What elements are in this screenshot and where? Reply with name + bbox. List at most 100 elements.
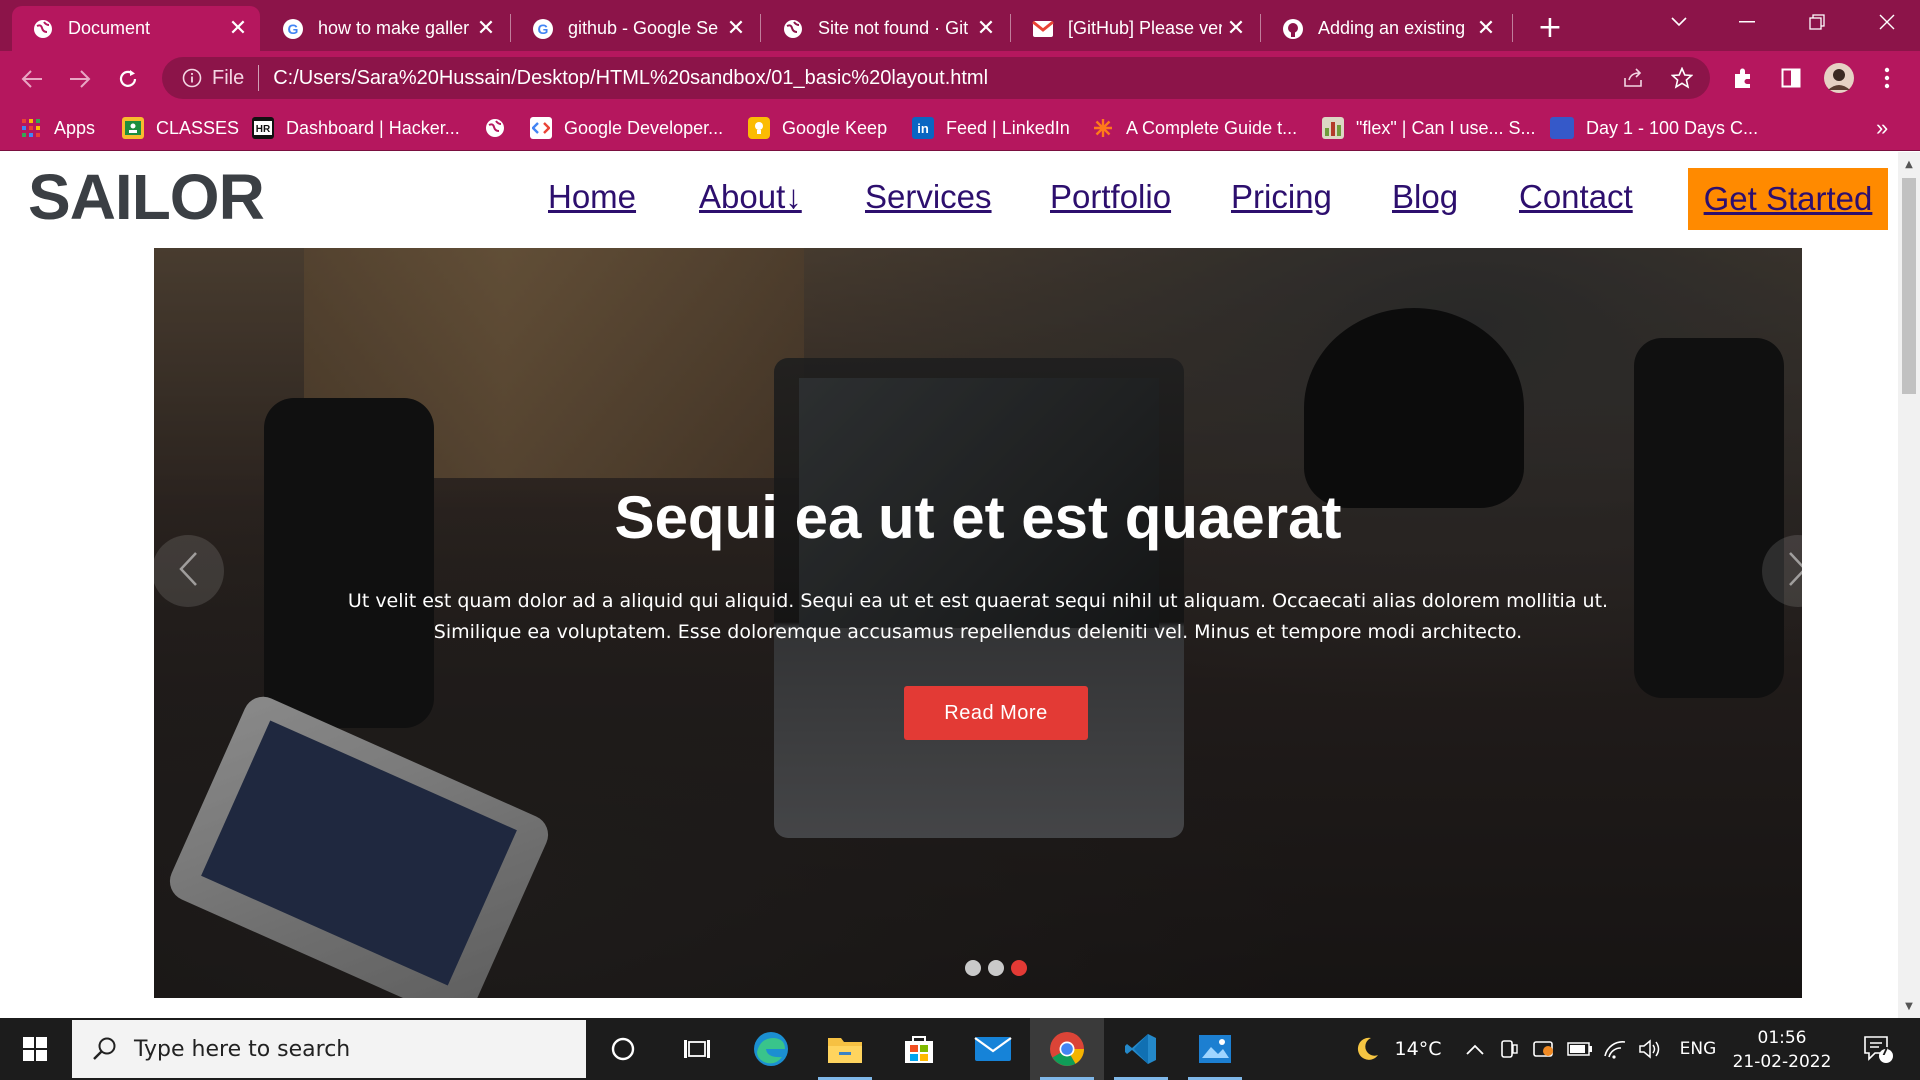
chrome-icon[interactable]	[1030, 1018, 1104, 1080]
chevron-up-icon[interactable]	[1460, 1018, 1490, 1080]
carousel-dot-2[interactable]	[988, 960, 1004, 976]
tab-github-verify[interactable]: [GitHub] Please veri ✕	[1012, 6, 1258, 51]
bookmark-caniuse[interactable]: "flex" | Can I use... S...	[1322, 113, 1536, 143]
kebab-menu-icon[interactable]	[1870, 61, 1904, 95]
mail-icon[interactable]	[956, 1018, 1030, 1080]
tab-search-chevron-icon[interactable]	[1648, 0, 1710, 44]
vertical-scrollbar[interactable]: ▲ ▼	[1898, 152, 1920, 1018]
share-icon[interactable]	[1622, 66, 1646, 90]
caniuse-icon	[1322, 117, 1344, 139]
file-explorer-icon[interactable]	[808, 1018, 882, 1080]
restore-icon[interactable]	[1786, 0, 1848, 44]
weather-moon-icon[interactable]	[1344, 1018, 1390, 1080]
minimize-icon[interactable]	[1716, 0, 1778, 44]
tab-google-gallery[interactable]: G how to make galler ✕	[262, 6, 508, 51]
nav-portfolio[interactable]: Portfolio	[1050, 178, 1171, 216]
read-more-button[interactable]: Read More	[904, 686, 1088, 740]
taskbar-search-box[interactable]: Type here to search	[72, 1020, 586, 1078]
photos-icon[interactable]	[1178, 1018, 1252, 1080]
new-tab-button[interactable]: +	[1533, 10, 1567, 45]
bookmarks-overflow-button[interactable]: »	[1876, 113, 1888, 143]
close-icon[interactable]: ✕	[972, 15, 1000, 43]
nav-pricing[interactable]: Pricing	[1231, 178, 1332, 216]
action-center-alert-icon[interactable]	[1528, 1018, 1560, 1080]
classroom-icon	[122, 117, 144, 139]
svg-text:G: G	[288, 21, 299, 37]
bookmark-label: Google Keep	[782, 117, 888, 138]
wifi-icon[interactable]	[1600, 1018, 1630, 1080]
bookmark-label: A Complete Guide t...	[1126, 117, 1298, 138]
notification-center-icon[interactable]: 7	[1852, 1018, 1904, 1080]
tab-label: github - Google Se	[568, 18, 719, 38]
windows-taskbar: Type here to search 14°C ENG 01:56 21-02…	[0, 1018, 1920, 1080]
tab-google-github[interactable]: G github - Google Se ✕	[512, 6, 758, 51]
back-arrow-icon[interactable]	[14, 61, 50, 97]
bookmark-classes[interactable]: CLASSES	[122, 113, 239, 143]
weather-temperature[interactable]: 14°C	[1390, 1018, 1446, 1080]
tab-site-not-found[interactable]: Site not found · Git ✕	[762, 6, 1008, 51]
site-logo[interactable]: SAILOR	[28, 160, 265, 234]
tab-label: [GitHub] Please veri	[1068, 18, 1222, 38]
side-panel-icon[interactable]	[1774, 61, 1808, 95]
bookmark-google-keep[interactable]: Google Keep	[748, 113, 887, 143]
hackerrank-icon: HR	[252, 117, 274, 139]
input-language[interactable]: ENG	[1672, 1018, 1724, 1080]
bookmark-100-days[interactable]: Day 1 - 100 Days C...	[1550, 113, 1758, 143]
bookmark-linkedin[interactable]: in Feed | LinkedIn	[912, 113, 1070, 143]
bookmark-globe[interactable]	[484, 113, 518, 143]
nav-blog[interactable]: Blog	[1392, 178, 1458, 216]
bookmark-hackerrank[interactable]: HR Dashboard | Hacker...	[252, 113, 460, 143]
profile-avatar-icon[interactable]	[1822, 61, 1856, 95]
address-bar[interactable]: File C:/Users/Sara%20Hussain/Desktop/HTM…	[162, 57, 1710, 99]
carousel-prev-button[interactable]	[154, 535, 224, 607]
vscode-icon[interactable]	[1104, 1018, 1178, 1080]
tab-label: Adding an existing	[1318, 18, 1466, 38]
bookmark-apps[interactable]: Apps	[20, 113, 95, 143]
tab-separator	[1512, 14, 1513, 42]
bookmark-label: Feed | LinkedIn	[946, 117, 1070, 138]
close-window-icon[interactable]	[1856, 0, 1918, 44]
nav-home[interactable]: Home	[548, 178, 636, 216]
star-icon[interactable]	[1670, 66, 1694, 90]
store-icon[interactable]	[882, 1018, 956, 1080]
nav-services[interactable]: Services	[865, 178, 992, 216]
tab-adding-existing[interactable]: Adding an existing ✕	[1262, 6, 1508, 51]
close-icon[interactable]: ✕	[722, 15, 750, 43]
svg-text:G: G	[538, 21, 549, 37]
scroll-up-icon[interactable]: ▲	[1903, 158, 1915, 170]
close-icon[interactable]: ✕	[1222, 15, 1250, 43]
google-icon: G	[532, 18, 554, 40]
bookmark-label: Dashboard | Hacker...	[286, 117, 460, 138]
close-icon[interactable]: ✕	[1472, 15, 1500, 43]
carousel-dot-1[interactable]	[965, 960, 981, 976]
close-icon[interactable]: ✕	[224, 15, 252, 43]
url-scheme: File	[212, 66, 245, 89]
tab-label: Document	[68, 18, 151, 38]
meet-now-icon[interactable]	[1494, 1018, 1524, 1080]
battery-icon[interactable]	[1564, 1018, 1596, 1080]
url-text[interactable]: C:/Users/Sara%20Hussain/Desktop/HTML%20s…	[273, 67, 988, 90]
forward-arrow-icon[interactable]	[62, 61, 98, 97]
globe-icon	[484, 117, 506, 139]
system-clock[interactable]: 01:56 21-02-2022	[1725, 1026, 1839, 1074]
tab-document[interactable]: Document ✕	[12, 6, 260, 51]
scrollbar-thumb[interactable]	[1902, 178, 1916, 394]
close-icon[interactable]: ✕	[472, 15, 500, 43]
apps-grid-icon	[20, 117, 42, 139]
task-view-icon[interactable]	[660, 1018, 734, 1080]
info-icon[interactable]	[180, 66, 204, 90]
volume-icon[interactable]	[1634, 1018, 1666, 1080]
scroll-down-icon[interactable]: ▼	[1903, 1000, 1915, 1012]
nav-contact[interactable]: Contact	[1519, 178, 1633, 216]
edge-icon[interactable]	[734, 1018, 808, 1080]
carousel-dot-3[interactable]	[1011, 960, 1027, 976]
windows-start-icon[interactable]	[0, 1018, 70, 1080]
reload-icon[interactable]	[110, 61, 146, 97]
extensions-puzzle-icon[interactable]	[1726, 61, 1760, 95]
bookmark-google-developers[interactable]: Google Developer...	[530, 113, 723, 143]
chevron-left-icon	[178, 551, 198, 591]
get-started-button[interactable]: Get Started	[1688, 168, 1888, 230]
cortana-icon[interactable]	[586, 1018, 660, 1080]
bookmark-css-tricks[interactable]: A Complete Guide t...	[1092, 113, 1297, 143]
nav-about[interactable]: About↓	[699, 178, 802, 216]
